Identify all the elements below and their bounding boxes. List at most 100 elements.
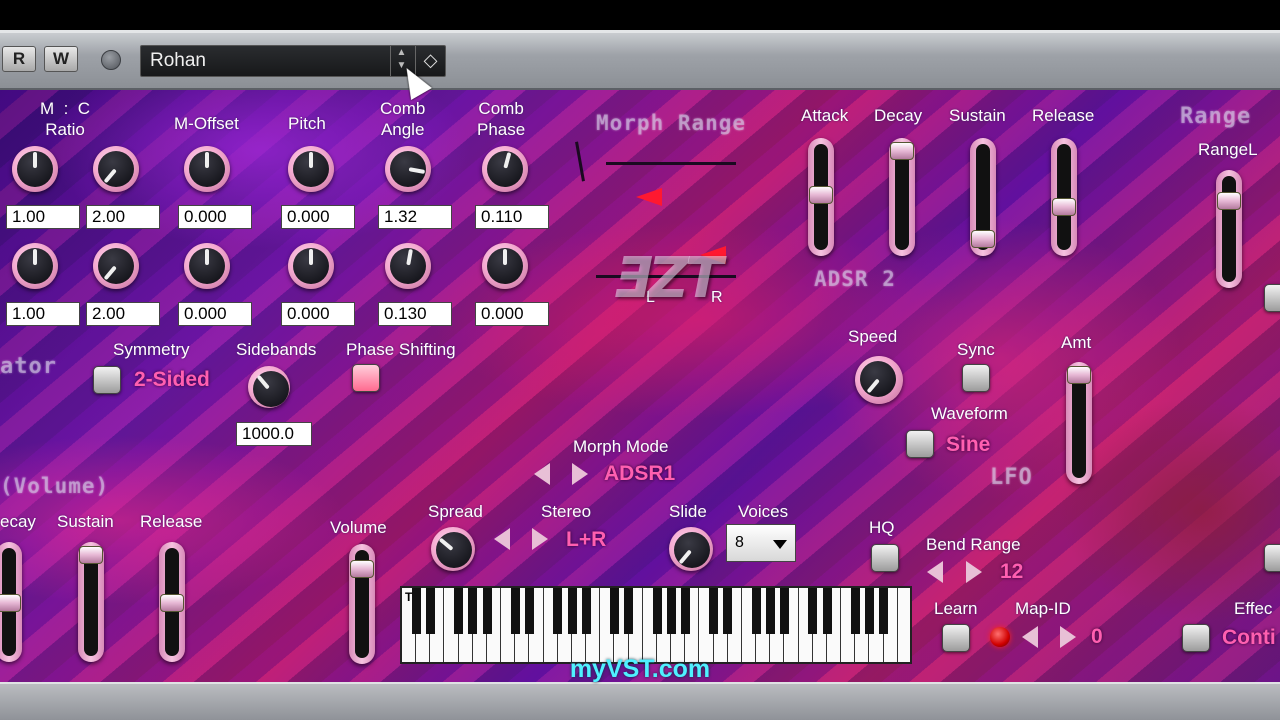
comb-angle-knob-2[interactable] xyxy=(385,243,431,289)
comb-phase-value-1[interactable]: 0.110 xyxy=(475,205,549,229)
black-key[interactable] xyxy=(468,588,478,634)
sidebands-knob[interactable] xyxy=(248,366,290,408)
black-key[interactable] xyxy=(879,588,889,634)
effect-side-button[interactable] xyxy=(1264,544,1280,572)
black-key[interactable] xyxy=(553,588,563,634)
lfo-speed-knob[interactable] xyxy=(855,356,903,404)
black-key[interactable] xyxy=(610,588,619,634)
read-button[interactable]: R xyxy=(2,46,36,72)
pitch-value-2[interactable]: 0.000 xyxy=(281,302,355,326)
lfo-sync-button[interactable] xyxy=(962,364,990,392)
lfo-waveform-button[interactable] xyxy=(906,430,934,458)
voices-label: Voices xyxy=(738,502,789,521)
black-key[interactable] xyxy=(780,588,789,634)
comb-angle-value-2[interactable]: 0.130 xyxy=(378,302,452,326)
morph-range-left-marker[interactable] xyxy=(636,188,662,206)
spread-knob[interactable] xyxy=(431,527,475,571)
bypass-led-button[interactable] xyxy=(101,50,121,70)
ratio-m-knob-1[interactable] xyxy=(12,146,58,192)
morph-mode-prev-icon[interactable] xyxy=(534,463,550,485)
bend-range-next-icon[interactable] xyxy=(966,561,982,583)
stereo-prev-icon[interactable] xyxy=(494,528,510,550)
black-key[interactable] xyxy=(624,588,634,634)
black-key[interactable] xyxy=(411,588,421,634)
volume-env-release-slider[interactable] xyxy=(159,542,185,662)
lfo-sync-label: Sync xyxy=(957,340,995,359)
comb-angle-header: Comb Angle xyxy=(380,99,426,139)
phase-shifting-button[interactable] xyxy=(352,364,380,392)
ratio-m-knob-2[interactable] xyxy=(12,243,58,289)
keyboard-marker: T xyxy=(405,590,413,604)
comb-phase-header: Comb Phase xyxy=(477,99,526,139)
range-button[interactable] xyxy=(1264,284,1280,312)
black-key[interactable] xyxy=(808,588,818,634)
rangel-slider[interactable] xyxy=(1216,170,1242,288)
black-key[interactable] xyxy=(525,588,534,634)
volume-env-decay-slider[interactable] xyxy=(0,542,22,662)
ratio-c-knob-2[interactable] xyxy=(93,243,139,289)
moffset-header: M-Offset xyxy=(174,114,239,133)
ratio-c-knob-1[interactable] xyxy=(93,146,139,192)
comb-phase-knob-2[interactable] xyxy=(482,243,528,289)
black-key[interactable] xyxy=(850,588,860,634)
comb-angle-value-1[interactable]: 1.32 xyxy=(378,205,452,229)
pitch-knob-1[interactable] xyxy=(288,146,334,192)
hq-button[interactable] xyxy=(871,544,899,572)
moffset-value-2[interactable]: 0.000 xyxy=(178,302,252,326)
adsr2-attack-slider[interactable] xyxy=(808,138,834,256)
lfo-amt-slider[interactable] xyxy=(1066,362,1092,484)
symmetry-button[interactable] xyxy=(93,366,121,394)
effect-button[interactable] xyxy=(1182,624,1210,652)
piano-keyboard[interactable]: T xyxy=(400,586,912,664)
black-key[interactable] xyxy=(581,588,591,634)
pitch-value-1[interactable]: 0.000 xyxy=(281,205,355,229)
black-key[interactable] xyxy=(567,588,577,634)
slide-label: Slide xyxy=(669,502,707,521)
black-key[interactable] xyxy=(680,588,690,634)
black-key[interactable] xyxy=(666,588,676,634)
black-key[interactable] xyxy=(510,588,520,634)
stereo-next-icon[interactable] xyxy=(532,528,548,550)
bend-range-prev-icon[interactable] xyxy=(927,561,943,583)
learn-button[interactable] xyxy=(942,624,970,652)
morph-mode-next-icon[interactable] xyxy=(572,463,588,485)
morph-mode-label: Morph Mode xyxy=(573,437,669,456)
map-id-prev-icon[interactable] xyxy=(1022,626,1038,648)
adsr2-release-slider[interactable] xyxy=(1051,138,1077,256)
black-key[interactable] xyxy=(454,588,464,634)
ratio-m-value-1[interactable]: 1.00 xyxy=(6,205,80,229)
slide-knob[interactable] xyxy=(669,527,713,571)
moffset-knob-1[interactable] xyxy=(184,146,230,192)
adsr2-decay-slider[interactable] xyxy=(889,138,915,256)
voices-dropdown[interactable]: 8 xyxy=(726,524,796,562)
black-key[interactable] xyxy=(751,588,761,634)
stereo-value: L+R xyxy=(566,528,607,551)
hq-label: HQ xyxy=(869,518,895,537)
ratio-c-value-2[interactable]: 2.00 xyxy=(86,302,160,326)
black-key[interactable] xyxy=(723,588,733,634)
black-key[interactable] xyxy=(482,588,492,634)
black-key[interactable] xyxy=(765,588,775,634)
black-key[interactable] xyxy=(709,588,719,634)
moffset-knob-2[interactable] xyxy=(184,243,230,289)
pitch-knob-2[interactable] xyxy=(288,243,334,289)
comb-angle-knob-1[interactable] xyxy=(385,146,431,192)
white-key[interactable] xyxy=(897,588,910,662)
adsr2-sustain-slider[interactable] xyxy=(970,138,996,256)
volume-slider[interactable] xyxy=(349,544,375,664)
black-key[interactable] xyxy=(822,588,832,634)
symmetry-value: 2-Sided xyxy=(134,368,210,391)
write-button[interactable]: W xyxy=(44,46,78,72)
comb-phase-value-2[interactable]: 0.000 xyxy=(475,302,549,326)
black-key[interactable] xyxy=(865,588,874,634)
comb-phase-knob-1[interactable] xyxy=(482,146,528,192)
black-key[interactable] xyxy=(652,588,662,634)
phase-shifting-label: Phase Shifting xyxy=(346,340,456,359)
volume-env-sustain-slider[interactable] xyxy=(78,542,104,662)
ratio-c-value-1[interactable]: 2.00 xyxy=(86,205,160,229)
black-key[interactable] xyxy=(425,588,435,634)
map-id-next-icon[interactable] xyxy=(1060,626,1076,648)
sidebands-value[interactable]: 1000.0 xyxy=(236,422,312,446)
moffset-value-1[interactable]: 0.000 xyxy=(178,205,252,229)
ratio-m-value-2[interactable]: 1.00 xyxy=(6,302,80,326)
